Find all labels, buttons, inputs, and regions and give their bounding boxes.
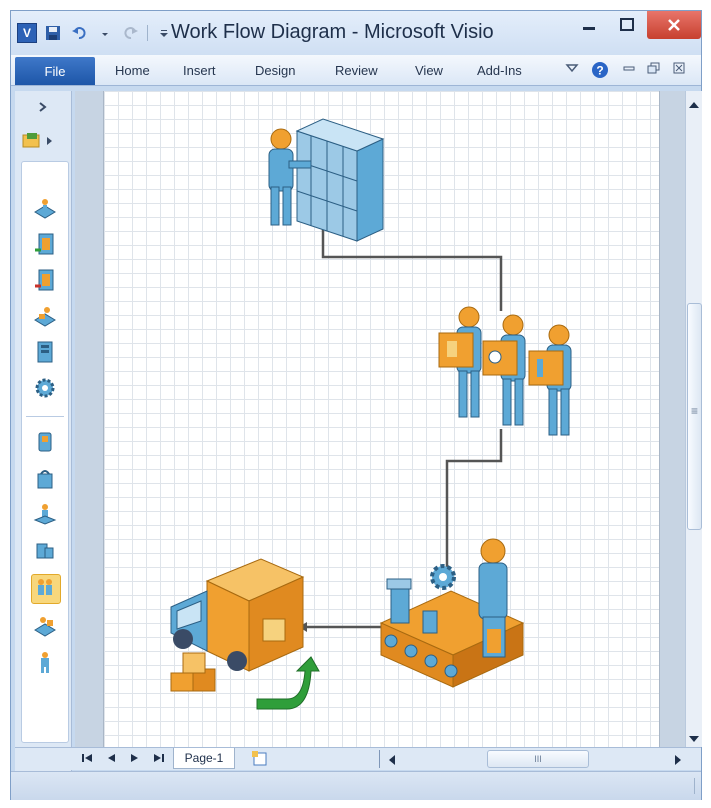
vertical-scrollbar[interactable]: ≡ — [685, 91, 702, 747]
last-page-icon[interactable] — [153, 752, 165, 764]
horizontal-scroll-thumb[interactable]: III — [487, 750, 589, 768]
split-divider[interactable] — [379, 750, 380, 768]
first-page-icon[interactable] — [81, 752, 93, 764]
page-navigation-bar: Page-1 III — [15, 747, 701, 770]
packing-team[interactable] — [438, 306, 572, 436]
delivery-truck[interactable] — [170, 558, 320, 710]
scroll-right-icon[interactable] — [673, 753, 683, 771]
scroll-grip: ≡ — [690, 404, 698, 418]
visio-window: V Work Flow Diagram - Microsoft Visio Fi… — [10, 10, 702, 800]
connector-assembly-to-truck[interactable] — [299, 622, 389, 632]
scroll-left-icon[interactable] — [387, 753, 397, 771]
previous-page-icon[interactable] — [105, 752, 117, 764]
workflow-diagram — [170, 118, 572, 710]
insert-page-icon — [252, 751, 267, 766]
next-page-icon[interactable] — [129, 752, 141, 764]
scroll-up-icon[interactable] — [688, 97, 700, 115]
page-nav-buttons — [81, 752, 165, 764]
assembly-line-worker[interactable] — [379, 538, 525, 688]
status-bar — [11, 771, 701, 800]
resize-grip[interactable] — [694, 778, 695, 794]
scroll-grip-horizontal: III — [534, 754, 542, 764]
insert-page-button[interactable] — [251, 750, 271, 773]
vertical-scroll-thumb[interactable]: ≡ — [687, 303, 702, 530]
page-tab-page-1[interactable]: Page-1 — [173, 748, 235, 769]
file-cabinet-clerk[interactable] — [268, 118, 385, 242]
